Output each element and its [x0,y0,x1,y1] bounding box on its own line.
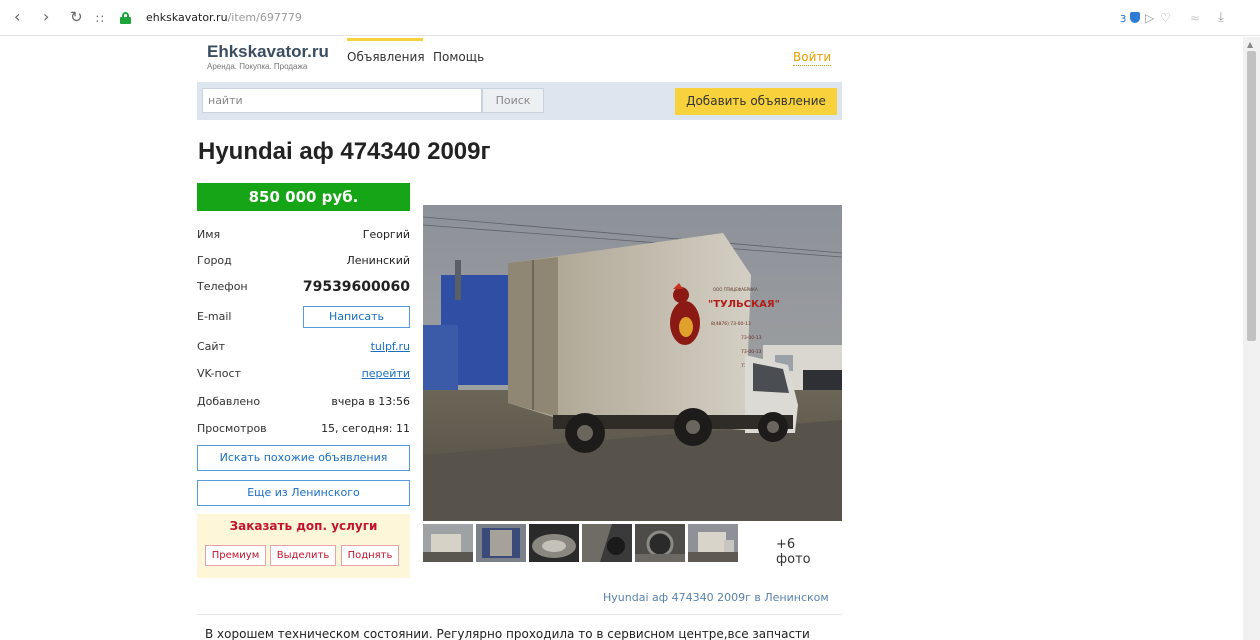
forward-icon[interactable]: › [43,9,49,25]
truck-phone-1: 8(4876) 73-00-13 [711,321,751,327]
listing-description: В хорошем техническом состоянии. Регуляр… [205,627,810,640]
thumbnail-6[interactable] [688,524,738,562]
price-badge: 850 000 руб. [197,183,410,211]
email-label: E-mail [197,310,232,323]
info-row-added: Добавлено вчера в 13:56 [197,389,410,415]
listing-caption: Hyundai аф 474340 2009г в Ленинском [603,591,829,604]
truck-company-small: ООО ПТИЦЕФАБРИКА [713,287,758,292]
search-bar: найти Поиск Добавить объявление [197,82,842,120]
heart-icon[interactable]: ♡ [1160,11,1171,25]
search-button[interactable]: Поиск [482,88,544,113]
logo-subtitle: Аренда. Покупка. Продажа [207,62,308,71]
address-bar[interactable]: ehkskavator.ru/item/697779 [120,8,1200,28]
added-label: Добавлено [197,395,261,408]
info-row-views: Просмотров 15, сегодня: 11 [197,416,410,442]
nav-help[interactable]: Помощь [433,50,484,64]
more-photos-link[interactable]: +6 фото [776,537,811,567]
login-link[interactable]: Войти [793,50,832,66]
main-photo[interactable]: ООО ПТИЦЕФАБРИКА "ТУЛЬСКАЯ" 8(4876) 73-0… [423,205,842,521]
vk-label: VK-пост [197,367,241,380]
highlight-button[interactable]: Выделить [270,545,336,566]
scrollbar[interactable]: ▲ [1243,37,1260,640]
active-tab-indicator [347,38,423,41]
more-from-city-button[interactable]: Еще из Ленинского [197,480,410,506]
truck-company-name: "ТУЛЬСКАЯ" [708,299,780,310]
vk-link[interactable]: перейти [362,361,410,387]
phone-label: Телефон [197,280,248,293]
info-row-phone: Телефон 79539600060 [197,274,410,300]
info-row-name: Имя Георгий [197,222,410,248]
phone-value[interactable]: 79539600060 [303,274,410,300]
thumbnail-2[interactable] [476,524,526,562]
add-listing-button[interactable]: Добавить объявление [675,88,837,115]
site-label: Сайт [197,340,225,353]
city-value: Ленинский [346,254,410,267]
raise-button[interactable]: Поднять [341,545,399,566]
views-label: Просмотров [197,422,267,435]
thumbnail-1[interactable] [423,524,473,562]
extension-badge[interactable]: 3 [1120,11,1141,27]
page-title: Hyundai аф 474340 2009г [198,138,491,165]
thumbnail-3[interactable] [529,524,579,562]
added-value: вчера в 13:56 [331,395,410,408]
truck-phone-3: 73-00-13 [741,349,762,355]
thumbnail-5[interactable] [635,524,685,562]
url-host: ehkskavator.ru [146,11,228,24]
back-icon[interactable]: ‹ [14,9,20,25]
browser-toolbar: ‹ › ↻ ∷ ehkskavator.ru/item/697779 3 ▷ ♡… [0,0,1260,36]
download-icon[interactable]: ⤓ [1218,11,1224,25]
thumbnail-4[interactable] [582,524,632,562]
truck-phone-2: 73-00-13 [741,335,762,341]
scroll-up-icon[interactable]: ▲ [1247,40,1253,49]
info-row-vk: VK-пост перейти [197,361,410,387]
site-logo[interactable]: Ehkskavator.ru Аренда. Покупка. Продажа [207,42,329,72]
info-row-city: Город Ленинский [197,248,410,274]
city-label: Город [197,254,232,267]
url-path: /item/697779 [227,11,302,24]
divider [197,614,842,615]
premium-button[interactable]: Премиум [205,545,266,566]
extra-services-panel: Заказать доп. услуги Премиум Выделить По… [197,514,410,578]
write-email-button[interactable]: Написать [303,306,410,328]
name-value: Георгий [362,228,410,241]
services-title: Заказать доп. услуги [229,519,378,533]
send-icon[interactable]: ▷ [1145,11,1154,25]
logo-title: Ehkskavator.ru [207,42,329,61]
scroll-thumb[interactable] [1247,51,1256,341]
shield-icon [1130,12,1141,23]
search-similar-button[interactable]: Искать похожие объявления [197,445,410,471]
speed-dial-icon[interactable]: ∷ [96,11,104,27]
info-row-site: Сайт tulpf.ru [197,334,410,360]
menu-icon[interactable]: ≈ [1190,11,1200,25]
search-input[interactable]: найти [202,88,482,113]
views-value: 15, сегодня: 11 [321,422,410,435]
name-label: Имя [197,228,221,241]
site-link[interactable]: tulpf.ru [371,334,410,360]
lock-icon [120,12,131,24]
reload-icon[interactable]: ↻ [70,9,83,25]
nav-ads[interactable]: Объявления [347,50,425,64]
info-row-email: E-mail Написать [197,304,410,330]
